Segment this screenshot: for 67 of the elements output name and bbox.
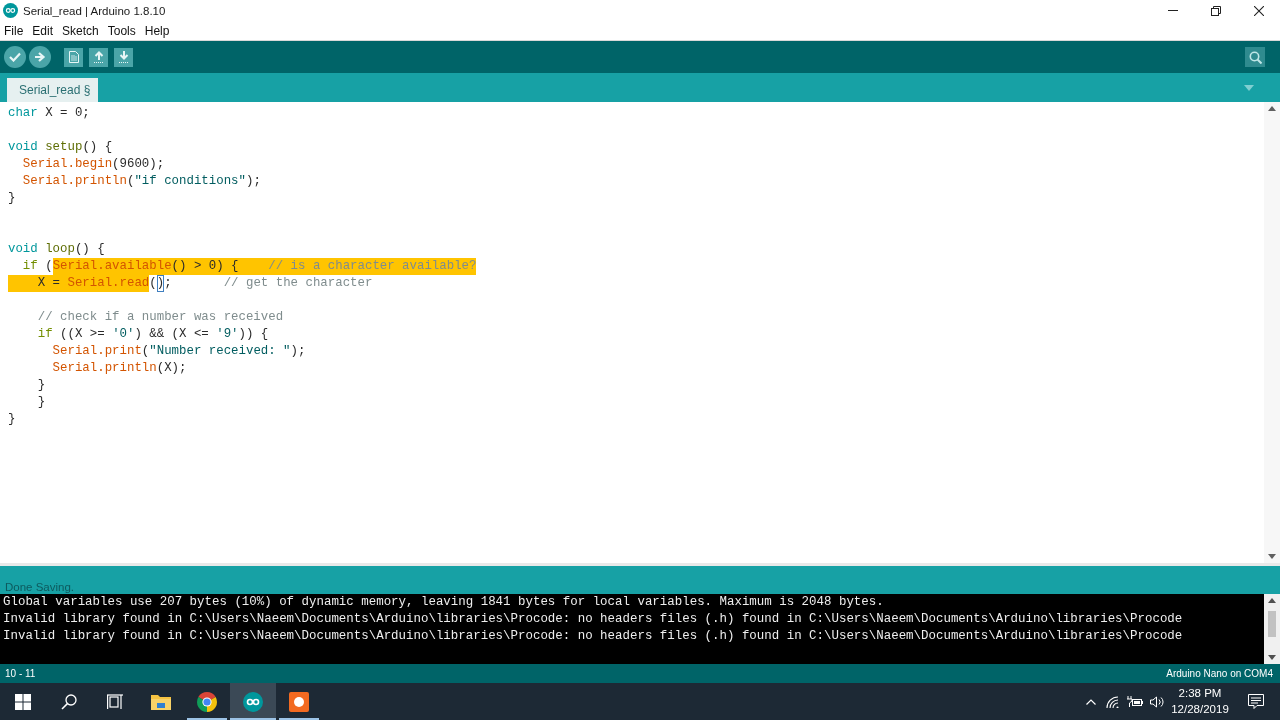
arrow-down-icon	[118, 51, 129, 63]
scrollbar-thumb[interactable]	[1268, 611, 1276, 637]
close-icon	[1253, 5, 1264, 16]
minimize-icon	[1167, 10, 1178, 11]
code-line: void setup() {	[8, 139, 113, 156]
code-line: X = Serial.read(); // get the character	[8, 275, 373, 292]
code-line: if (Serial.available() > 0) { // is a character available?	[21, 258, 477, 275]
clock-date: 12/28/2019	[1171, 702, 1229, 717]
window-title: Serial_read | Arduino 1.8.10	[23, 4, 166, 17]
code-line: }	[8, 411, 16, 428]
taskbar-item[interactable]	[230, 683, 276, 720]
code-line: Serial.print("Number received: ");	[51, 343, 306, 360]
battery-plug-icon	[1127, 696, 1143, 707]
code-line: Serial.println(X);	[51, 360, 187, 377]
console-line: Invalid library found in C:\Users\Naeem\Documents\Arduino\libraries\Procode: no headers files (.h) found in C:\Users\Naeem\Documents\Arduino\libraries\Procode	[3, 611, 1183, 628]
scrollbar[interactable]	[1264, 102, 1280, 563]
scroll-down-icon	[1268, 655, 1276, 660]
clock-time: 2:38 PM	[1178, 686, 1222, 701]
menu-item[interactable]: Tools	[103, 21, 140, 40]
scrollbar[interactable]	[1264, 594, 1280, 664]
arrow-right-icon	[34, 52, 46, 62]
task-view-icon	[107, 693, 123, 710]
scroll-down-icon	[1268, 554, 1276, 559]
wifi-icon	[1106, 695, 1120, 708]
scroll-up-icon	[1268, 106, 1276, 111]
menu-item[interactable]: Sketch	[58, 21, 103, 40]
save-button[interactable]	[114, 47, 133, 67]
page-icon	[68, 51, 79, 63]
restore-icon	[1210, 5, 1221, 16]
code-line: if ((X >= '0') && (X <= '9')) {	[36, 326, 269, 343]
search-icon	[61, 693, 77, 710]
browser-icon	[197, 691, 217, 712]
verify-button[interactable]	[4, 46, 26, 68]
notification-icon	[1248, 694, 1264, 709]
code-line: // check if a number was received	[36, 309, 284, 326]
menu-item[interactable]: Edit	[28, 21, 58, 40]
console-line: Invalid library found in C:\Users\Naeem\Documents\Arduino\libraries\Procode: no headers files (.h) found in C:\Users\Naeem\Documents\Arduino\libraries\Procode	[3, 628, 1183, 645]
start-icon	[15, 693, 31, 710]
open-button[interactable]	[89, 47, 108, 67]
serial-monitor-button[interactable]	[1245, 47, 1265, 67]
arrow-up-icon	[93, 51, 104, 63]
new-button[interactable]	[64, 47, 83, 67]
scroll-up-icon	[1268, 598, 1276, 603]
search-icon	[1248, 50, 1262, 64]
code-line: }	[36, 394, 46, 411]
cursor-position: 10 - 11	[5, 668, 36, 679]
editor-tab[interactable]: Serial_read §	[7, 78, 99, 102]
code-line: void loop() {	[8, 241, 105, 258]
status-message: Done Saving.	[5, 580, 75, 595]
code-line: char X = 0;	[8, 105, 90, 122]
caret-down-icon	[1244, 84, 1254, 91]
speaker-icon	[1150, 695, 1164, 708]
infinity-icon	[243, 691, 263, 712]
code-line: }	[36, 377, 46, 394]
board-port: Arduino Nano on COM4	[1166, 668, 1273, 679]
code-line: Serial.println("if conditions");	[21, 173, 261, 190]
app-icon	[3, 3, 18, 18]
menu-item[interactable]: File	[0, 21, 28, 40]
upload-button[interactable]	[29, 46, 51, 68]
console-line: Global variables use 207 bytes (10%) of dynamic memory, leaving 1841 bytes for local variables. Maximum is 2048 bytes.	[3, 594, 884, 611]
code-line: Serial.begin(9600);	[21, 156, 165, 173]
code-line: }	[8, 190, 16, 207]
check-icon	[9, 52, 21, 62]
folder-icon	[151, 693, 171, 710]
chevron-up-icon	[1086, 698, 1096, 705]
menu-item[interactable]: Help	[140, 21, 174, 40]
recorder-icon	[289, 691, 309, 712]
